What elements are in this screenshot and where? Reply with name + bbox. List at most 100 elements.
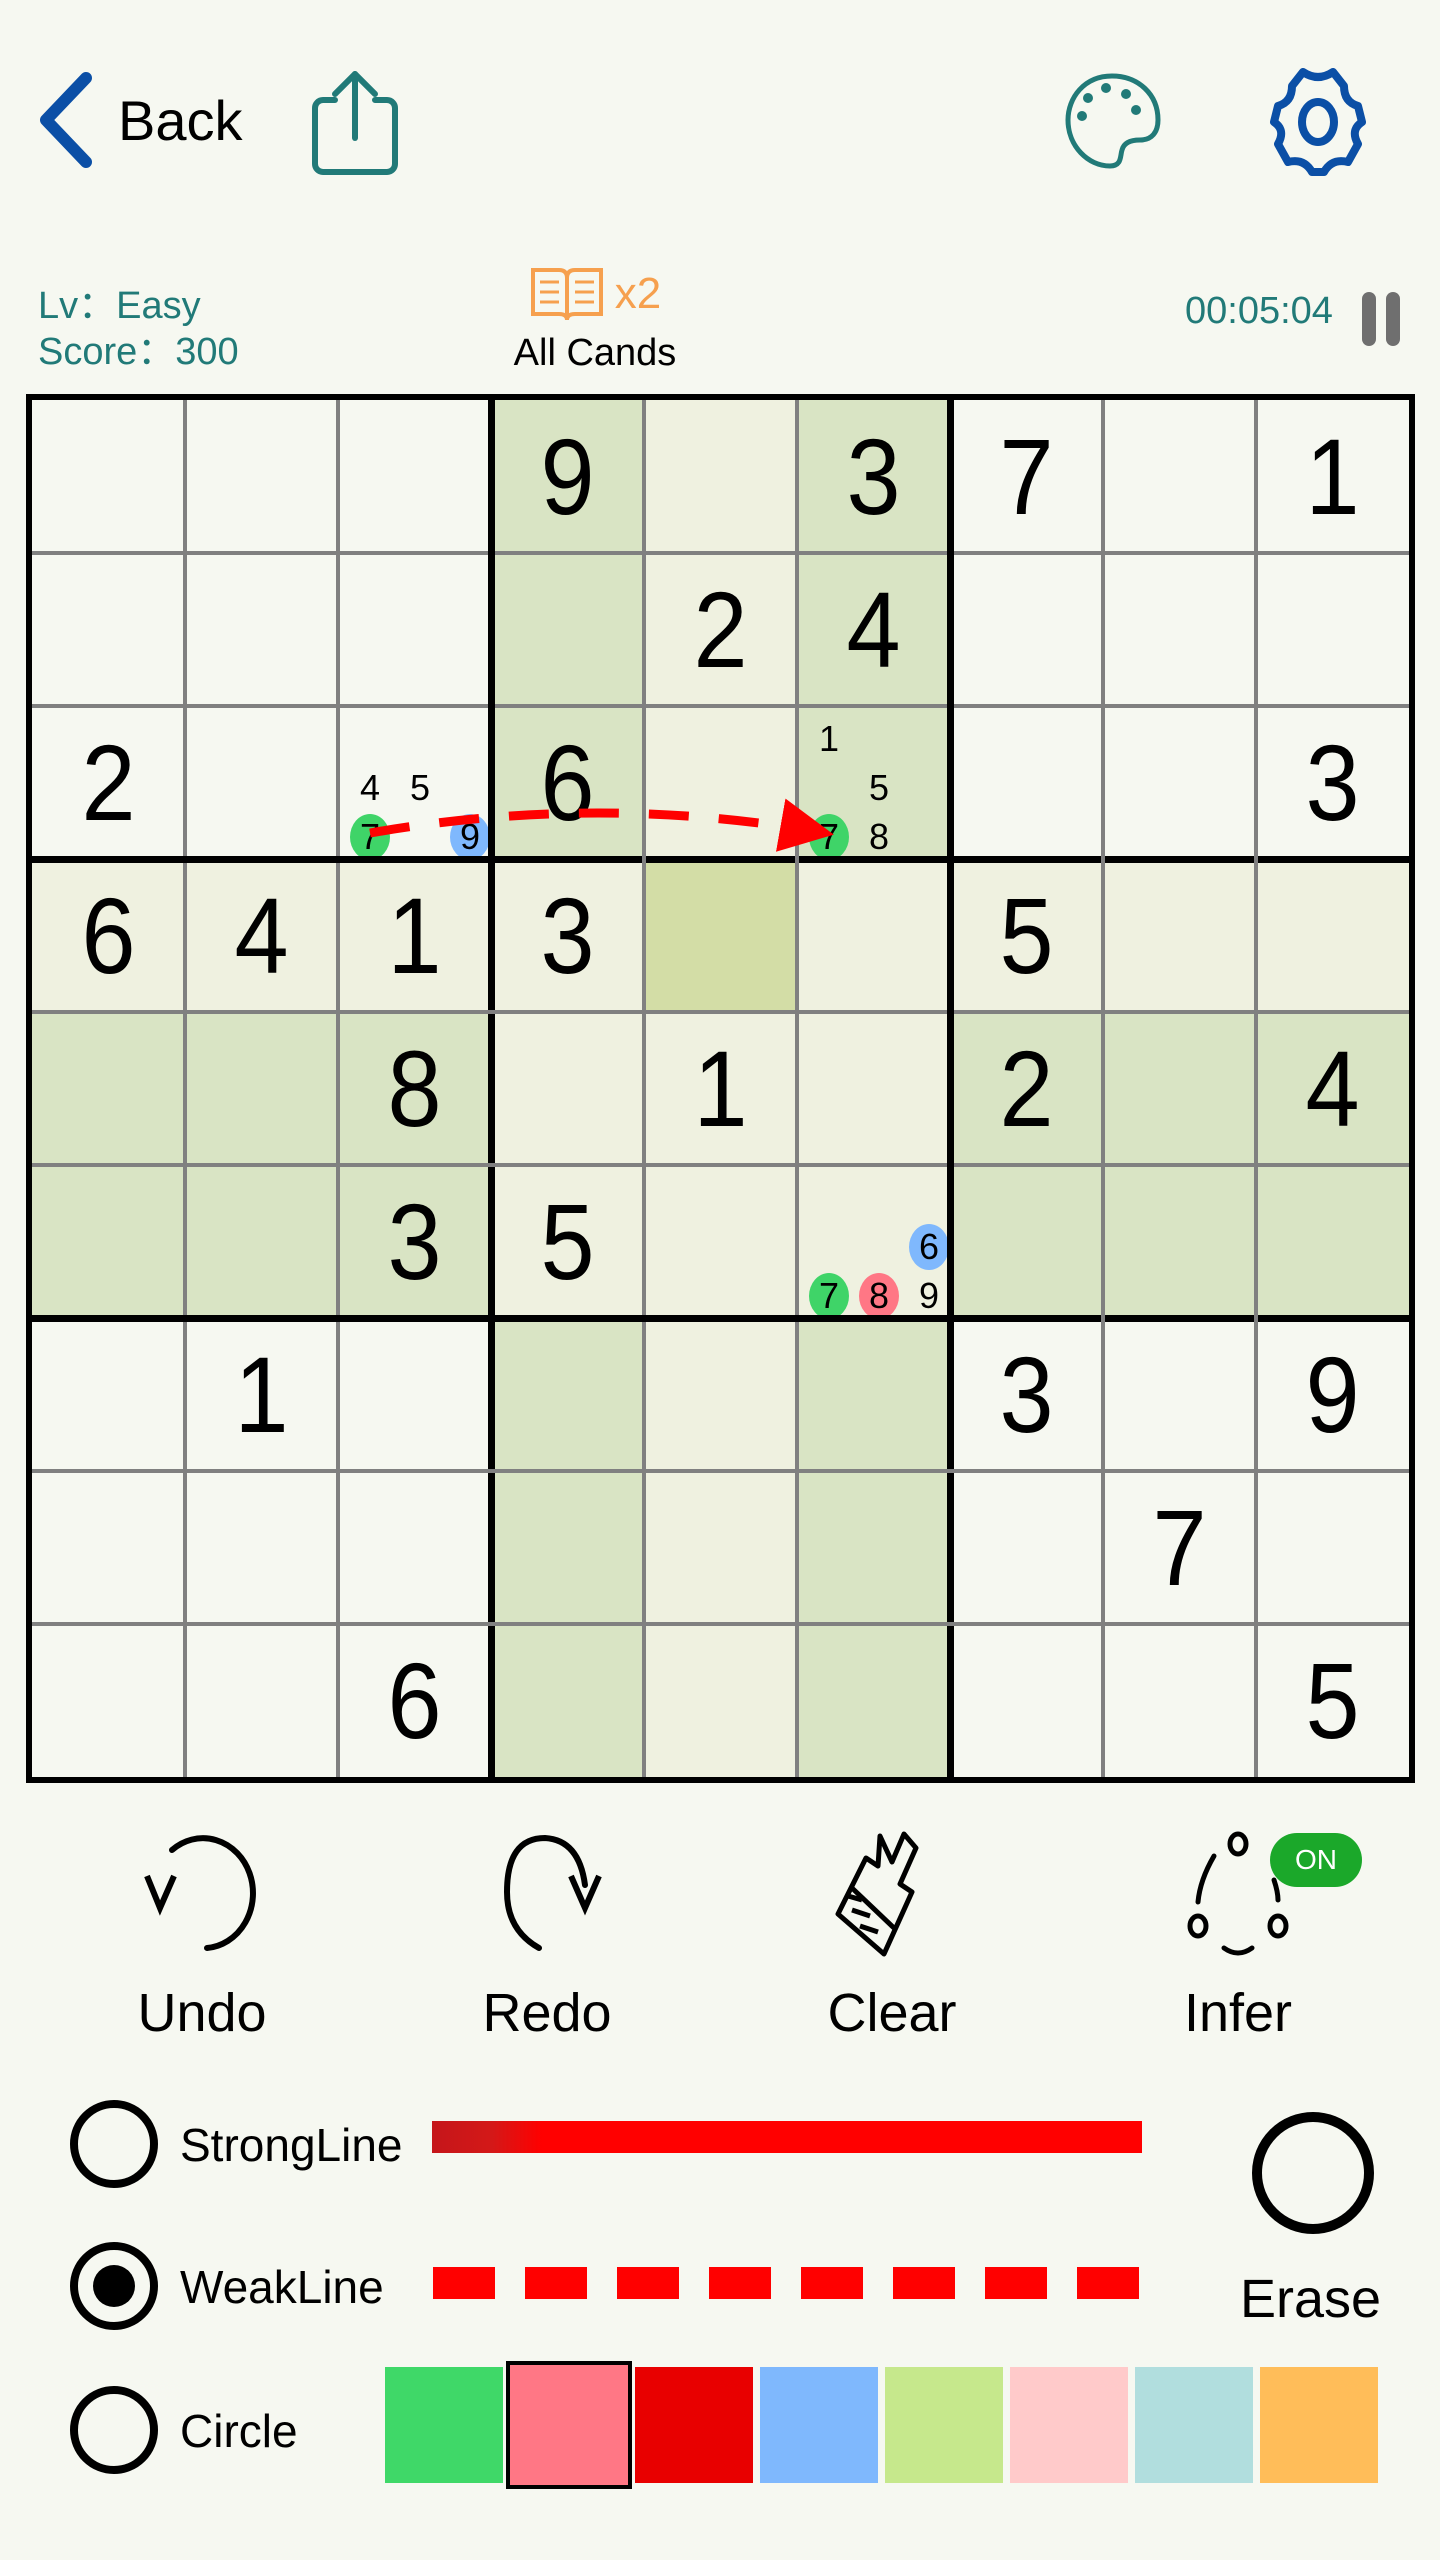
theme-palette-button[interactable] [1060,70,1165,175]
cell-r3c3[interactable]: 457 9 [338,706,491,860]
pause-button[interactable] [1362,292,1402,346]
cell-r8c9[interactable] [1256,1471,1409,1624]
cell-r8c8[interactable]: 7 [1103,1471,1256,1624]
clear-button[interactable]: Clear [772,1830,1012,2060]
weakline-sample[interactable] [433,2267,1143,2299]
cell-r3c8[interactable] [1103,706,1256,859]
cell-r5c5[interactable]: 1 [644,1012,797,1165]
cell-r5c4[interactable] [491,1012,644,1165]
cell-r1c5[interactable] [644,400,797,553]
cell-r4c5[interactable] [644,859,797,1012]
cell-r3c2[interactable] [185,706,338,859]
color-swatch-1[interactable] [385,2367,503,2483]
strongline-radio[interactable] [70,2100,158,2188]
cell-r1c8[interactable] [1103,400,1256,553]
cell-r6c3[interactable]: 3 [338,1165,491,1318]
cell-r2c9[interactable] [1256,553,1409,706]
cell-r6c8[interactable] [1103,1165,1256,1318]
cell-r4c3[interactable]: 1 [338,859,491,1012]
cell-r8c3[interactable] [338,1471,491,1624]
cell-r4c8[interactable] [1103,859,1256,1012]
erase-button[interactable] [1252,2112,1374,2234]
cell-r2c5[interactable]: 2 [644,553,797,706]
cell-r3c6[interactable]: 1578 [797,706,950,860]
cell-r1c1[interactable] [32,400,185,553]
cell-r1c9[interactable]: 1 [1256,400,1409,553]
cell-r4c7[interactable]: 5 [950,859,1103,1012]
cell-r7c4[interactable] [491,1318,644,1471]
cell-r6c5[interactable] [644,1165,797,1318]
cell-r9c3[interactable]: 6 [338,1624,491,1777]
cell-r8c6[interactable] [797,1471,950,1624]
undo-button[interactable]: Undo [82,1830,322,2060]
cell-r7c8[interactable] [1103,1318,1256,1471]
cell-r5c3[interactable]: 8 [338,1012,491,1165]
cell-r2c4[interactable] [491,553,644,706]
cell-r7c5[interactable] [644,1318,797,1471]
cell-r3c9[interactable]: 3 [1256,706,1409,859]
cell-r2c6[interactable]: 4 [797,553,950,706]
cell-r7c2[interactable]: 1 [185,1318,338,1471]
circle-radio[interactable] [70,2386,158,2474]
cell-r7c6[interactable] [797,1318,950,1471]
cell-r5c1[interactable] [32,1012,185,1165]
cell-r2c8[interactable] [1103,553,1256,706]
cell-r1c2[interactable] [185,400,338,553]
cell-r2c2[interactable] [185,553,338,706]
cell-r9c5[interactable] [644,1624,797,1777]
cell-r1c3[interactable] [338,400,491,553]
cell-r2c3[interactable] [338,553,491,706]
cell-r5c7[interactable]: 2 [950,1012,1103,1165]
cell-r7c1[interactable] [32,1318,185,1471]
cell-r3c4[interactable]: 6 [491,706,644,859]
cell-r2c7[interactable] [950,553,1103,706]
infer-on-badge[interactable]: ON [1270,1833,1362,1887]
cell-r9c9[interactable]: 5 [1256,1624,1409,1777]
share-button[interactable] [305,68,405,178]
weakline-radio[interactable] [70,2242,158,2330]
cell-r5c2[interactable] [185,1012,338,1165]
cell-r9c8[interactable] [1103,1624,1256,1777]
color-swatch-2[interactable] [506,2361,632,2489]
cell-r3c5[interactable] [644,706,797,859]
cell-r9c1[interactable] [32,1624,185,1777]
color-swatch-4[interactable] [760,2367,878,2483]
cell-r2c1[interactable] [32,553,185,706]
cell-r5c6[interactable] [797,1012,950,1165]
cell-r8c2[interactable] [185,1471,338,1624]
cell-r4c9[interactable] [1256,859,1409,1012]
cell-r4c2[interactable]: 4 [185,859,338,1012]
cell-r8c4[interactable] [491,1471,644,1624]
cell-r5c9[interactable]: 4 [1256,1012,1409,1165]
cell-r6c1[interactable] [32,1165,185,1318]
cell-r6c6[interactable]: 6 789 [797,1165,950,1319]
cell-r4c6[interactable] [797,859,950,1012]
cell-r9c6[interactable] [797,1624,950,1777]
cell-r9c4[interactable] [491,1624,644,1777]
cell-r4c4[interactable]: 3 [491,859,644,1012]
cell-r6c4[interactable]: 5 [491,1165,644,1318]
color-swatch-8[interactable] [1260,2367,1378,2483]
cell-r7c7[interactable]: 3 [950,1318,1103,1471]
color-swatch-5[interactable] [885,2367,1003,2483]
cell-r3c7[interactable] [950,706,1103,859]
cell-r1c4[interactable]: 9 [491,400,644,553]
cell-r1c6[interactable]: 3 [797,400,950,553]
back-button[interactable]: Back [36,70,243,170]
cell-r9c7[interactable] [950,1624,1103,1777]
settings-button[interactable] [1258,66,1378,181]
cell-r8c7[interactable] [950,1471,1103,1624]
color-swatch-6[interactable] [1010,2367,1128,2483]
cell-r9c2[interactable] [185,1624,338,1777]
cell-r6c9[interactable] [1256,1165,1409,1318]
cell-r7c9[interactable]: 9 [1256,1318,1409,1471]
redo-button[interactable]: Redo [427,1830,667,2060]
cell-r6c7[interactable] [950,1165,1103,1318]
cell-r5c8[interactable] [1103,1012,1256,1165]
all-cands-button[interactable]: x2 All Cands [500,262,690,382]
cell-r8c1[interactable] [32,1471,185,1624]
color-swatch-3[interactable] [635,2367,753,2483]
cell-r8c5[interactable] [644,1471,797,1624]
cell-r6c2[interactable] [185,1165,338,1318]
color-swatch-7[interactable] [1135,2367,1253,2483]
